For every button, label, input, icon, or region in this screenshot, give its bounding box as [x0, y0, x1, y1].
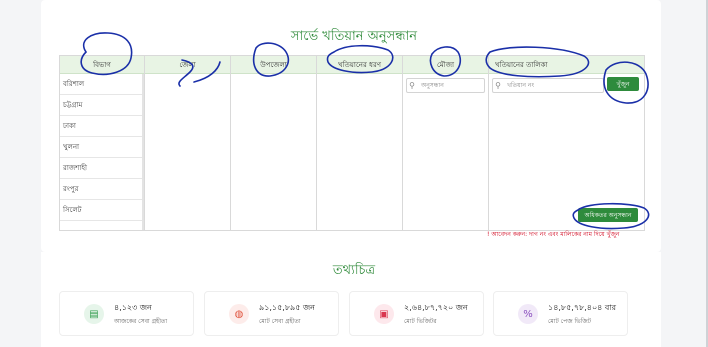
- khatian-number-input[interactable]: ⚲ খতিয়ান নং: [492, 78, 604, 93]
- mouza-search-placeholder: অনুসন্ধান: [421, 82, 444, 89]
- upazila-header: উপজেলা: [231, 56, 316, 74]
- stat-card-page-visits: % ১৪,৮৫,৭৮,৪০৪ বার মোট পেজ ভিজিট: [493, 291, 628, 336]
- search-icon: ⚲: [409, 81, 415, 90]
- division-header: বিভাগ: [60, 56, 144, 74]
- page-title: সার্ভে খতিয়ান অনুসন্ধান: [290, 29, 418, 44]
- search-button[interactable]: খুঁজুন: [607, 77, 639, 91]
- division-item[interactable]: সিলেট: [60, 200, 142, 221]
- division-item[interactable]: খুলনা: [60, 137, 142, 158]
- division-list: বরিশাল চট্টগ্রাম ঢাকা খুলনা রাজশাহী রংপুর সিলে…: [60, 74, 142, 221]
- district-header: জেলা: [145, 56, 230, 74]
- search-icon: ⚲: [495, 81, 501, 90]
- stat-card-total-visitors: ▣ ২,৬৪,৮৭,৭২০ জন মোট ভিজিটর: [349, 291, 484, 336]
- stat-value: ৯১,১৫,৮৯৫ জন: [259, 303, 315, 312]
- khatian-list-header: খতিয়ানের তালিকা: [489, 56, 644, 74]
- division-item[interactable]: ঢাকা: [60, 116, 142, 137]
- globe-icon: ◍: [229, 304, 249, 324]
- division-item[interactable]: চট্টগ্রাম: [60, 95, 142, 116]
- info-title: তথ্যচিত্র: [332, 263, 376, 278]
- division-column: বিভাগ বরিশাল চট্টগ্রাম ঢাকা খুলনা রাজশাহী রংপ…: [60, 56, 145, 230]
- khatian-type-header: খতিয়ানের ধরণ: [317, 56, 402, 74]
- stat-value: ২,৬৪,৮৭,৭২০ জন: [404, 303, 468, 312]
- notice-text: ! আবেদন করুন: দাগ নং এবং মালিকের নাম দিয…: [487, 231, 620, 238]
- stat-label: আজকের সেবা গ্রহীতা: [114, 318, 168, 325]
- stat-value: ৪,১২৩ জন: [114, 303, 152, 312]
- file-icon: ▣: [374, 304, 394, 324]
- district-column: জেলা: [145, 56, 231, 230]
- mouza-header: মৌজা: [403, 56, 488, 74]
- percent-icon: %: [518, 304, 538, 324]
- mouza-column: মৌজা ⚲ অনুসন্ধান: [403, 56, 489, 230]
- khatian-search-grid: বিভাগ বরিশাল চট্টগ্রাম ঢাকা খুলনা রাজশাহী রংপ…: [59, 55, 645, 231]
- stat-card-today-recipients: ▤ ৪,১২৩ জন আজকের সেবা গ্রহীতা: [59, 291, 194, 336]
- stat-value: ১৪,৮৫,৭৮,৪০৪ বার: [548, 303, 617, 312]
- upazila-column: উপজেলা: [231, 56, 317, 230]
- advanced-search-button[interactable]: অধিকতর অনুসন্ধান: [578, 208, 638, 222]
- khatian-number-placeholder: খতিয়ান নং: [507, 82, 535, 89]
- stat-label: মোট পেজ ভিজিট: [548, 318, 592, 325]
- khatian-type-column: খতিয়ানের ধরণ: [317, 56, 403, 230]
- stat-label: মোট ভিজিটর: [404, 318, 437, 325]
- stat-label: মোট সেবা গ্রহীতা: [259, 318, 301, 325]
- division-item[interactable]: রাজশাহী: [60, 158, 142, 179]
- division-item[interactable]: রংপুর: [60, 179, 142, 200]
- document-icon: ▤: [84, 304, 104, 324]
- division-item[interactable]: বরিশাল: [60, 74, 142, 95]
- mouza-search-input[interactable]: ⚲ অনুসন্ধান: [406, 78, 485, 93]
- division-scrollbar[interactable]: [142, 74, 144, 230]
- stat-card-total-recipients: ◍ ৯১,১৫,৮৯৫ জন মোট সেবা গ্রহীতা: [204, 291, 339, 336]
